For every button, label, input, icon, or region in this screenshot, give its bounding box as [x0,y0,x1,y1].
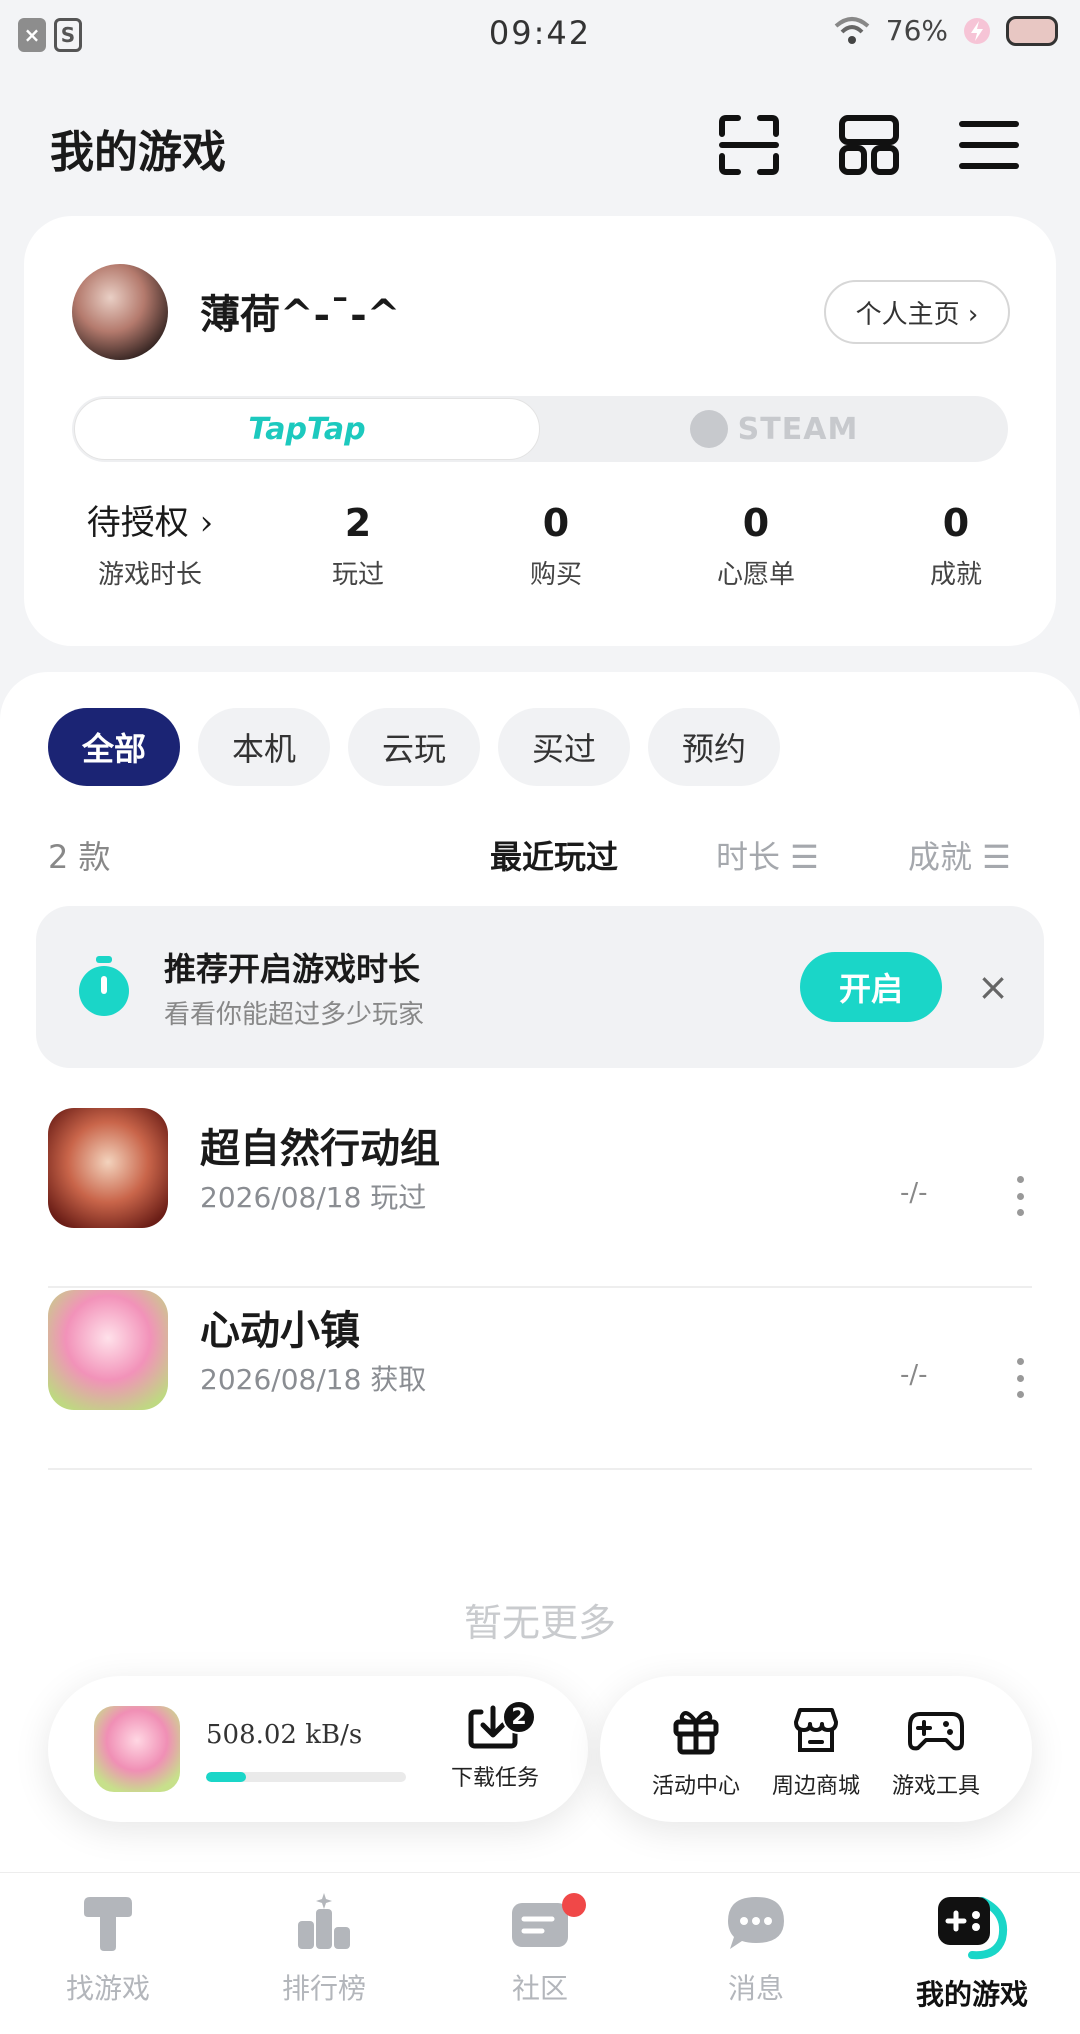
charging-icon [964,17,990,44]
ranking-icon [298,1893,350,1949]
avatar[interactable] [72,264,168,360]
stat-playtime[interactable]: 待授权 › 游戏时长 [70,496,230,591]
shop-icon [794,1708,838,1752]
stat-wishlist[interactable]: 0 心愿单 [676,496,836,591]
nav-find-games-label: 找游戏 [65,1972,150,2005]
tools-bar: 活动中心 周边商城 游戏工具 [600,1676,1032,1822]
game-date: 2026/08/18 玩过 [200,1181,427,1214]
download-count-badge: 2 [502,1700,536,1734]
wifi-icon [834,16,870,44]
game-date: 2026/08/18 获取 [200,1363,427,1396]
chip-cloud[interactable]: 云玩 [348,708,480,786]
menu-icon[interactable] [956,112,1022,178]
enable-playtime-button[interactable]: 开启 [800,952,942,1022]
stat-wishlist-value: 0 [742,501,770,545]
nav-find-games[interactable]: 找游戏 [0,1891,216,2007]
chip-local[interactable]: 本机 [198,708,330,786]
game-tools-label: 游戏工具 [891,1774,980,1799]
nav-my-games[interactable]: 我的游戏 [864,1891,1080,2013]
profile-card: 薄荷^-ˉ-^ 个人主页 › TapTap STEAM 待授权 › 游戏时长 2… [24,216,1056,646]
no-more-text: 暂无更多 [463,1601,616,1645]
activity-center-label: 活动中心 [651,1774,740,1799]
nav-community-label: 社区 [511,1972,568,2005]
download-progress [206,1772,406,1782]
chip-all[interactable]: 全部 [48,708,180,786]
find-game-icon [84,1897,132,1951]
steam-icon [689,410,728,448]
stat-purchased-value: 0 [542,501,570,545]
stat-wishlist-label: 心愿单 [716,560,795,590]
download-tasks-label: 下载任务 [450,1766,539,1791]
game-icon-supernatural [48,1108,168,1228]
tab-steam-label: STEAM [737,411,859,447]
download-progress-fill [206,1772,246,1782]
game-tools-button[interactable]: 游戏工具 [876,1702,996,1800]
stat-achievements-label: 成就 [929,560,982,590]
game-name: 心动小镇 [200,1307,360,1354]
sort-bar: 2 款 最近玩过 时长 ☰ 成就 ☰ [0,822,1080,882]
close-icon[interactable]: × [970,964,1016,1010]
recommend-subtitle: 看看你能超过多少玩家 [164,1000,425,1030]
status-right: 76% [832,14,1058,47]
gift-icon [673,1711,719,1755]
recommend-title: 推荐开启游戏时长 [164,950,421,988]
platform-tabs: TapTap STEAM [72,396,1008,462]
nav-ranking-label: 排行榜 [281,1972,366,2005]
sort-recent[interactable]: 最近玩过 [490,832,618,878]
nav-community[interactable]: 社区 [432,1891,648,2007]
game-name: 超自然行动组 [200,1125,440,1172]
more-options-icon[interactable] [1014,1176,1026,1216]
recommend-banner: 推荐开启游戏时长 看看你能超过多少玩家 开启 × [36,906,1044,1068]
game-row[interactable]: 心动小镇 2026/08/18 获取 -/- [48,1290,1032,1470]
more-options-icon[interactable] [1014,1358,1026,1398]
status-bar: × S 09:42 76% [0,0,1080,70]
stat-achievements-value: 0 [942,501,970,545]
stats-row: 待授权 › 游戏时长 2 玩过 0 购买 0 心愿单 0 成就 [24,496,1056,606]
tab-steam[interactable]: STEAM [540,396,1008,462]
battery-icon [1006,15,1058,46]
battery-percent: 76% [885,14,948,47]
download-bar[interactable]: 508.02 kB/s 2 下载任务 [48,1676,588,1822]
grid-icon[interactable] [836,112,902,178]
nav-my-games-label: 我的游戏 [915,1978,1028,2011]
merch-store-button[interactable]: 周边商城 [756,1702,876,1800]
stat-purchased[interactable]: 0 购买 [476,496,636,591]
merch-store-label: 周边商城 [771,1774,860,1799]
nav-ranking[interactable]: 排行榜 [216,1891,432,2007]
stat-playtime-value: 待授权 › [86,503,214,543]
game-playtime: -/- [900,1360,928,1390]
sort-playtime[interactable]: 时长 ☰ [716,832,819,878]
downloading-game-icon [94,1706,180,1792]
stopwatch-icon [79,956,129,1016]
download-tasks-button[interactable]: 2 下载任务 [440,1694,550,1792]
notification-dot [562,1893,586,1917]
download-speed: 508.02 kB/s [206,1720,363,1750]
chip-reserved[interactable]: 预约 [648,708,780,786]
game-playtime: -/- [900,1178,928,1208]
bottom-nav: 找游戏 排行榜 社区 消息 我的游戏 [0,1872,1080,2034]
game-row[interactable]: 超自然行动组 2026/08/18 玩过 -/- [48,1108,1032,1288]
stat-purchased-label: 购买 [529,560,582,590]
gamepad-icon [908,1712,964,1751]
game-icon-heartopia [48,1290,168,1410]
sort-achievements[interactable]: 成就 ☰ [908,832,1011,878]
stat-achievements[interactable]: 0 成就 [876,496,1036,591]
message-icon [728,1897,784,1949]
stat-played-value: 2 [344,501,372,545]
homepage-button[interactable]: 个人主页 › [824,280,1010,344]
stat-played-label: 玩过 [331,560,384,590]
activity-center-button[interactable]: 活动中心 [636,1702,756,1800]
my-games-icon [938,1897,1007,1960]
stat-playtime-label: 游戏时长 [97,560,202,590]
page-title: 我的游戏 [50,127,226,178]
scan-icon[interactable] [716,112,782,178]
stat-played[interactable]: 2 玩过 [278,496,438,591]
chip-bought[interactable]: 买过 [498,708,630,786]
username: 薄荷^-ˉ-^ [200,291,401,338]
nav-messages[interactable]: 消息 [648,1891,864,2007]
header: 我的游戏 [0,100,1080,190]
tab-taptap[interactable]: TapTap [74,398,540,460]
game-count: 2 款 [48,838,111,876]
nav-messages-label: 消息 [727,1972,784,2005]
